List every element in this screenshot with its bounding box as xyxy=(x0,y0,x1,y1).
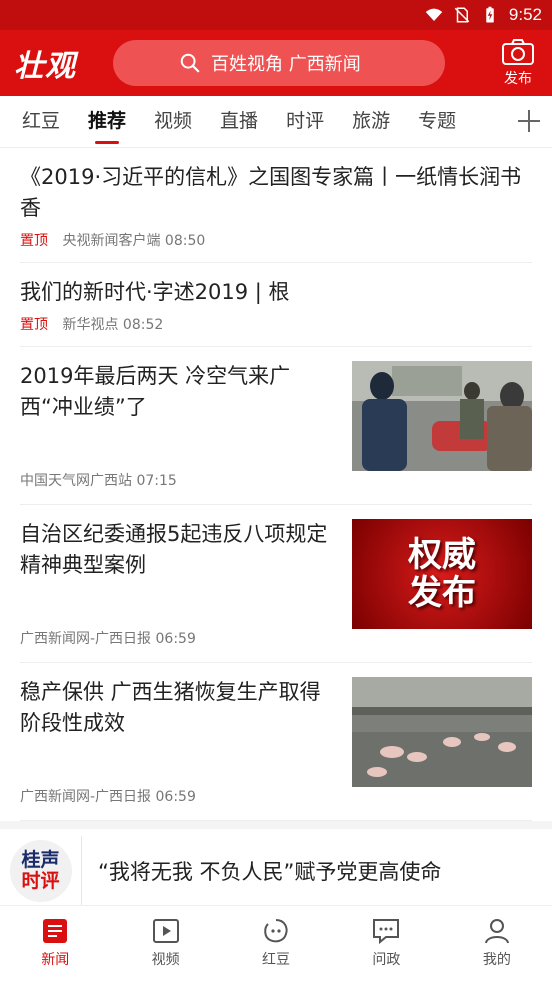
tab-commentary[interactable]: 时评 xyxy=(272,96,338,148)
news-time: 08:50 xyxy=(164,233,206,249)
news-time: 06:59 xyxy=(155,631,196,647)
nav-label: 视频 xyxy=(151,952,180,968)
channel-tabs: 红豆 推荐 视频 直播 时评 旅游 专题 xyxy=(0,96,552,148)
nav-news[interactable]: 新闻 xyxy=(0,906,110,981)
commentary-logo-line2: 时评 xyxy=(21,870,60,892)
commentary-logo: 桂声 时评 xyxy=(0,836,82,906)
tab-travel[interactable]: 旅游 xyxy=(338,96,404,148)
tab-topics[interactable]: 专题 xyxy=(404,96,470,148)
nav-hongdou[interactable]: 红豆 xyxy=(221,906,331,981)
message-icon xyxy=(373,919,400,945)
nav-label: 我的 xyxy=(482,952,511,968)
video-icon xyxy=(152,919,179,943)
news-time: 08:52 xyxy=(122,317,164,333)
tab-live[interactable]: 直播 xyxy=(206,96,272,148)
profile-icon xyxy=(484,919,509,944)
search-bar[interactable]: 百姓视角 广西新闻 xyxy=(113,40,445,86)
news-thumbnail-pig-farm[interactable] xyxy=(352,677,532,787)
news-source: 央视新闻客户端 xyxy=(62,233,161,249)
commentary-logo-line1: 桂声 xyxy=(21,849,60,871)
commentary-banner[interactable]: 桂声 时评 “我将无我 不负人民”赋予党更高使命 xyxy=(0,821,552,913)
news-meta: 广西新闻网-广西日报 06:59 xyxy=(20,628,196,648)
news-item[interactable]: 《2019·习近平的信札》之国图专家篇丨一纸情长润书香 置顶 央视新闻客户端 0… xyxy=(20,148,532,263)
news-title: 我们的新时代·字述2019 | 根 xyxy=(20,280,290,304)
nav-mine[interactable]: 我的 xyxy=(442,906,552,981)
nav-label: 问政 xyxy=(372,952,401,968)
battery-charging-icon xyxy=(486,6,494,23)
no-sim-icon xyxy=(454,7,470,23)
clock: 9:52 xyxy=(508,5,542,24)
pinned-badge: 置顶 xyxy=(20,317,48,333)
publish-button[interactable]: 发布 xyxy=(496,38,540,88)
news-meta: 置顶 新华视点 08:52 xyxy=(20,314,532,334)
app-logo[interactable]: 壮观 xyxy=(14,41,114,85)
search-icon xyxy=(180,53,200,73)
status-bar: 9:52 xyxy=(0,0,552,30)
news-source: 广西新闻网-广西日报 xyxy=(20,789,152,805)
nav-wenzheng[interactable]: 问政 xyxy=(331,906,441,981)
news-meta: 广西新闻网-广西日报 06:59 xyxy=(20,786,196,806)
news-title: 稳产保供 广西生猪恢复生产取得阶段性成效 xyxy=(20,680,321,735)
news-thumbnail-authority-release[interactable]: 权威 发布 xyxy=(352,519,532,629)
news-source: 新华视点 xyxy=(62,317,119,333)
search-placeholder: 百姓视角 广西新闻 xyxy=(211,54,361,75)
news-time: 06:59 xyxy=(155,789,196,805)
news-title: 自治区纪委通报5起违反八项规定精神典型案例 xyxy=(20,522,328,577)
news-title: 2019年最后两天 冷空气来广西“冲业绩”了 xyxy=(20,364,291,419)
bottom-navigation: 新闻 视频 红豆 问政 我的 xyxy=(0,905,552,981)
camera-icon xyxy=(502,39,534,65)
news-source: 广西新闻网-广西日报 xyxy=(20,631,152,647)
tab-recommend[interactable]: 推荐 xyxy=(74,96,140,148)
news-title: 《2019·习近平的信札》之国图专家篇丨一纸情长润书香 xyxy=(20,165,522,220)
news-item[interactable]: 我们的新时代·字述2019 | 根 置顶 新华视点 08:52 xyxy=(20,263,532,347)
tab-hongdou[interactable]: 红豆 xyxy=(8,96,74,148)
tab-video[interactable]: 视频 xyxy=(140,96,206,148)
news-meta: 中国天气网广西站 07:15 xyxy=(20,470,177,490)
news-list: 《2019·习近平的信札》之国图专家篇丨一纸情长润书香 置顶 央视新闻客户端 0… xyxy=(0,148,552,821)
nav-video[interactable]: 视频 xyxy=(110,906,220,981)
news-source: 中国天气网广西站 xyxy=(20,473,132,489)
authority-release-text: 权威 发布 xyxy=(408,535,476,613)
news-item[interactable]: 2019年最后两天 冷空气来广西“冲业绩”了 中国天气网广西站 07:15 xyxy=(20,347,532,505)
nav-label: 新闻 xyxy=(41,952,70,968)
news-time: 07:15 xyxy=(136,473,177,489)
news-meta: 置顶 央视新闻客户端 08:50 xyxy=(20,230,532,250)
add-channel-icon[interactable] xyxy=(514,106,544,136)
publish-label: 发布 xyxy=(504,71,532,87)
commentary-text: “我将无我 不负人民”赋予党更高使命 xyxy=(98,860,442,884)
red-bean-icon xyxy=(264,919,288,943)
news-thumbnail-cold-weather[interactable] xyxy=(352,361,532,471)
pinned-badge: 置顶 xyxy=(20,233,48,249)
news-item[interactable]: 自治区纪委通报5起违反八项规定精神典型案例 广西新闻网-广西日报 06:59 权… xyxy=(20,505,532,663)
news-item[interactable]: 稳产保供 广西生猪恢复生产取得阶段性成效 广西新闻网-广西日报 06:59 xyxy=(20,663,532,821)
wifi-icon xyxy=(425,8,443,21)
news-icon xyxy=(43,919,68,943)
nav-label: 红豆 xyxy=(262,952,291,968)
app-header: 壮观 百姓视角 广西新闻 发布 xyxy=(0,30,552,96)
